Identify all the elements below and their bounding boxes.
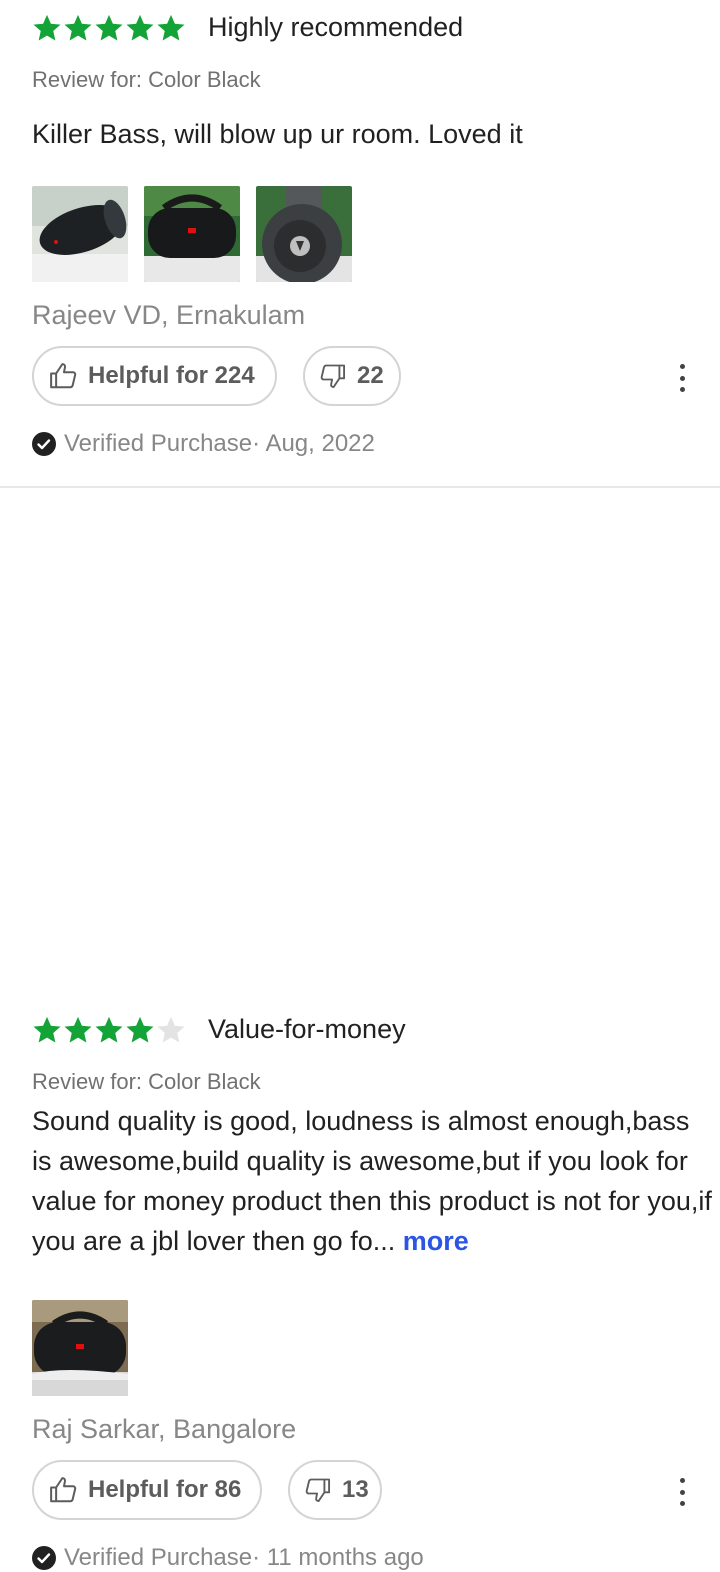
verified-purchase: Verified Purchase · Aug, 2022 (32, 430, 375, 458)
verified-check-icon (32, 1546, 56, 1570)
review-actions: Helpful for 224 22 (32, 346, 427, 406)
star-filled-icon (32, 13, 62, 43)
review-date: · 11 months ago (252, 1544, 424, 1571)
star-rating (32, 13, 192, 43)
star-filled-icon (32, 1015, 62, 1045)
dislike-count: 13 (342, 1476, 369, 1503)
thumbs-up-icon (50, 363, 77, 389)
more-options-icon[interactable] (672, 364, 692, 392)
star-filled-icon (125, 13, 155, 43)
rating-row: Highly recommended (32, 12, 463, 43)
review-body-text: Sound quality is good, loudness is almos… (32, 1106, 712, 1256)
helpful-button[interactable]: Helpful for 224 (32, 346, 277, 406)
review-image-speaker-front[interactable] (32, 1300, 128, 1396)
review-body-text: Killer Bass, will blow up ur room. Loved… (32, 119, 523, 149)
star-filled-icon (63, 1015, 93, 1045)
review-card: Highly recommended Review for: Color Bla… (0, 0, 720, 488)
more-options-icon[interactable] (672, 1478, 692, 1506)
review-title: Value-for-money (208, 1014, 406, 1044)
review-title: Highly recommended (208, 12, 464, 42)
review-image-speaker-side[interactable] (32, 186, 128, 282)
review-date: · Aug, 2022 (252, 430, 375, 457)
review-images (32, 1300, 144, 1396)
review-author: Raj Sarkar, Bangalore (32, 1414, 297, 1444)
review-author: Rajeev VD, Ernakulam (32, 300, 306, 330)
star-filled-icon (94, 13, 124, 43)
review-image-speaker-end[interactable] (256, 186, 352, 282)
dislike-button[interactable]: 13 (288, 1460, 382, 1520)
dislike-count: 22 (357, 362, 384, 389)
review-variant: Review for: Color Black (32, 67, 261, 92)
review-images (32, 186, 368, 282)
star-filled-icon (156, 13, 186, 43)
verified-label: Verified Purchase (64, 430, 253, 457)
helpful-label: Helpful for 86 (88, 1476, 242, 1503)
star-filled-icon (63, 13, 93, 43)
helpful-label: Helpful for 224 (88, 362, 255, 389)
star-empty-icon (156, 1015, 186, 1045)
star-rating (32, 1015, 192, 1045)
review-body: Sound quality is good, loudness is almos… (32, 1101, 712, 1261)
verified-check-icon (32, 432, 56, 456)
thumbs-down-icon (305, 1478, 331, 1503)
review-card: Value-for-money Review for: Color Black … (0, 488, 720, 1571)
star-filled-icon (125, 1015, 155, 1045)
helpful-button[interactable]: Helpful for 86 (32, 1460, 262, 1520)
review-actions: Helpful for 86 13 (32, 1460, 408, 1520)
review-body: Killer Bass, will blow up ur room. Loved… (32, 114, 702, 154)
more-link[interactable]: more (403, 1226, 469, 1256)
thumbs-up-icon (50, 1477, 77, 1503)
verified-purchase: Verified Purchase · 11 months ago (32, 1544, 424, 1572)
thumbs-down-icon (320, 364, 346, 389)
star-filled-icon (94, 1015, 124, 1045)
review-image-speaker-front[interactable] (144, 186, 240, 282)
dislike-button[interactable]: 22 (303, 346, 401, 406)
rating-row: Value-for-money (32, 1014, 406, 1045)
review-variant: Review for: Color Black (32, 1069, 261, 1094)
verified-label: Verified Purchase (64, 1544, 253, 1571)
